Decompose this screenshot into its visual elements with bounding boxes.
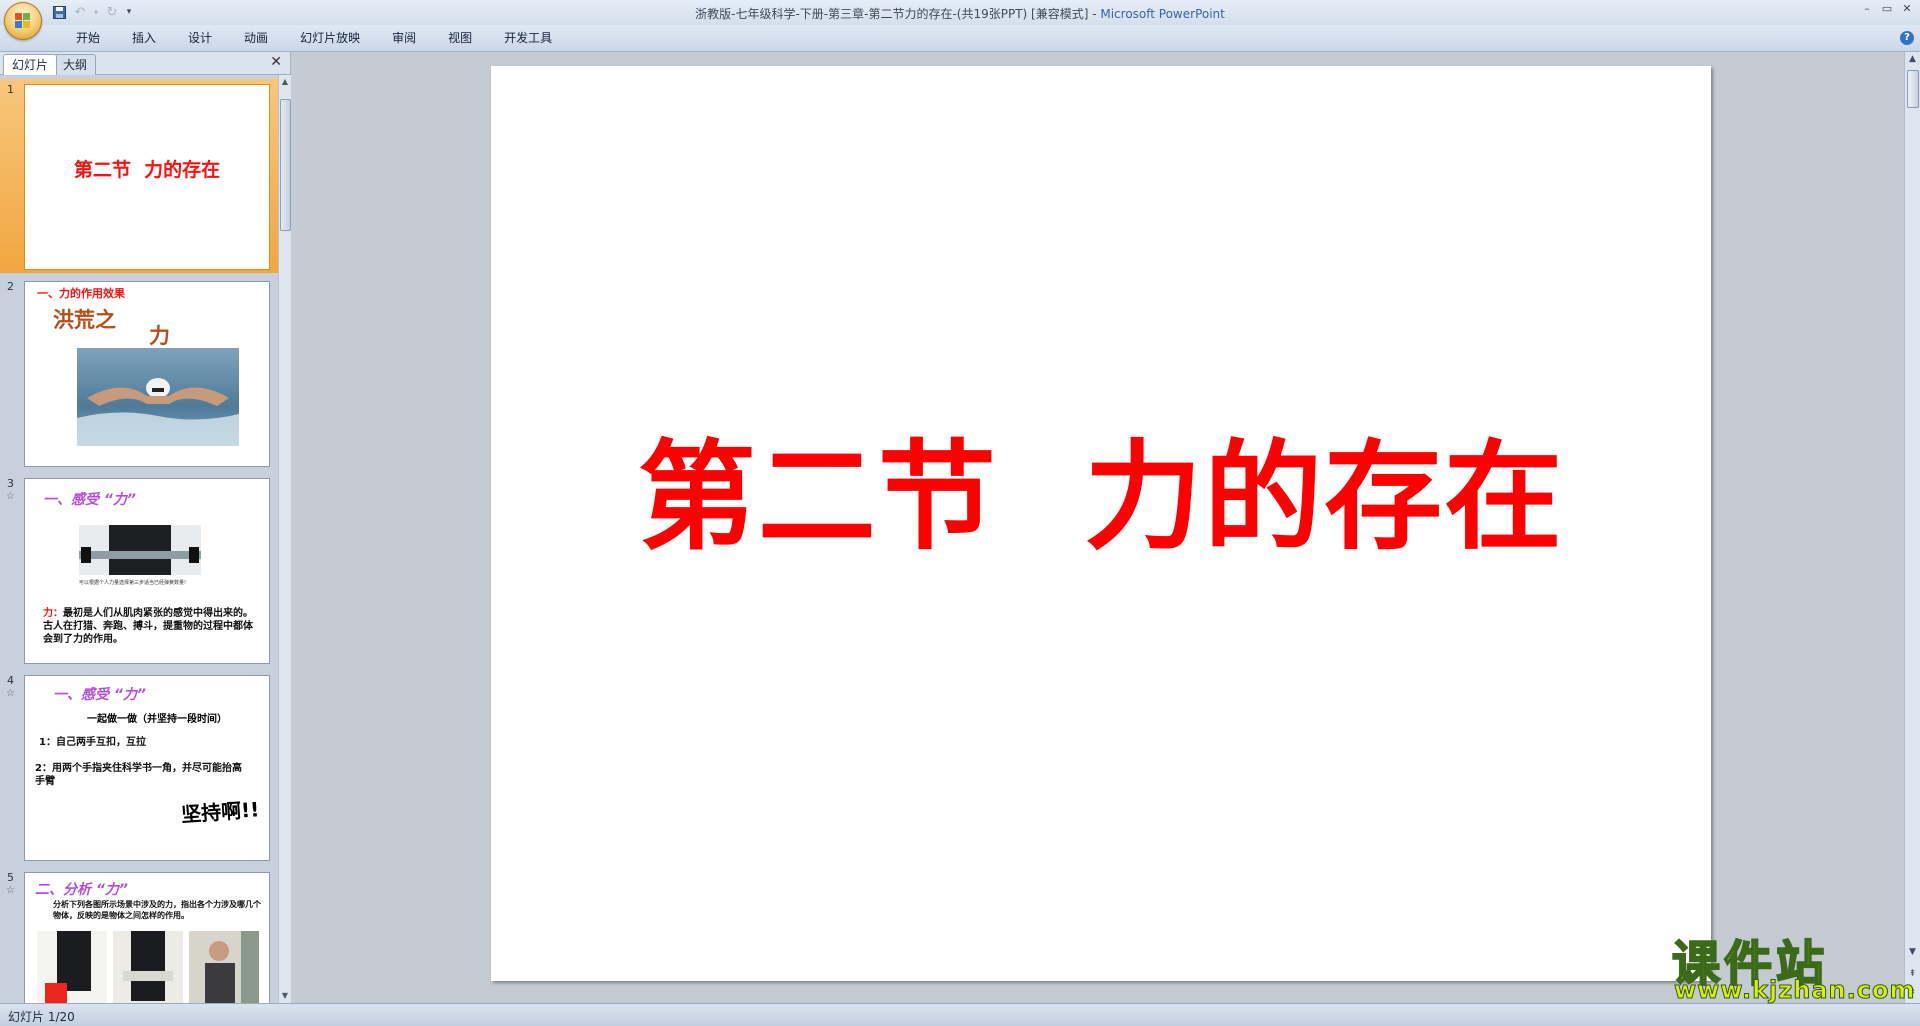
slide-thumbnail-5[interactable]: 5 ☆ 二、分析 “力” 分析下列各图所示场景中涉及的力，指出各个力涉及哪几个物… (0, 867, 278, 1003)
main-scrollbar[interactable]: ▲ ▼ ⇞ ⇟ (1904, 52, 1920, 1003)
thumb-body-text: 最初是人们从肌肉紧张的感觉中得出来的。古人在打猎、奔跑、搏斗，提重物的过程中都体… (43, 608, 253, 645)
scroll-up-icon[interactable]: ▲ (279, 75, 291, 89)
app-name: Microsoft PowerPoint (1100, 7, 1225, 21)
animation-icon: ☆ (6, 885, 15, 896)
thumb-item: 1：自己两手互扣，互拉 (39, 737, 146, 748)
tab-slideshow[interactable]: 幻灯片放映 (284, 25, 376, 51)
slide-thumbnail-2[interactable]: 2 一、力的作用效果 洪荒之 力 (0, 276, 278, 470)
thumb-caption: 可以根据个人力量选择第三步适当已经弹簧数量! (79, 580, 187, 586)
thumb-item: 2：用两个手指夹住科学书一角，并尽可能抬高手臂 (35, 763, 242, 787)
thumb-wordart: 坚持啊!! (180, 797, 261, 827)
slide-number: 4 (7, 674, 14, 687)
slides-pane: 幻灯片 大纲 ✕ 1 第二节 力的存在 2 一、力的作用效果 洪荒之 力 3 ☆… (0, 52, 291, 1003)
slide-preview: 一、感受 “力” 可以根据个人力量选择第三步适当已经弹簧数量! 力：最初是人们从… (24, 478, 270, 664)
close-icon[interactable]: ✕ (1900, 2, 1914, 16)
swimmer-photo (77, 348, 239, 446)
pane-tab-bar: 幻灯片 大纲 ✕ (0, 52, 290, 75)
scroll-up-icon[interactable]: ▲ (1905, 52, 1920, 66)
thumb-heading: 一、力的作用效果 (37, 287, 125, 300)
ribbon-tab-bar: 开始 插入 设计 动画 幻灯片放映 审阅 视图 开发工具 ? (0, 25, 1920, 52)
thumb-heading: 二、分析 “力” (35, 882, 128, 898)
office-logo-icon (15, 13, 31, 29)
window-title: 浙教版-七年级科学-下册-第三章-第二节力的存在-(共19张PPT) [兼容模式… (0, 5, 1920, 22)
scene-photo (113, 931, 183, 1003)
thumb-title: 第二节 力的存在 (73, 159, 221, 181)
status-bar: 幻灯片 1/20 (0, 1003, 1920, 1026)
thumb-heading: 一、感受 “力” (53, 687, 146, 703)
thumb-body: 分析下列各图所示场景中涉及的力，指出各个力涉及哪几个物体，反映的是物体之间怎样的… (53, 900, 261, 920)
tab-review[interactable]: 审阅 (376, 25, 432, 51)
tab-slides[interactable]: 幻灯片 (3, 54, 58, 75)
tab-outline[interactable]: 大纲 (54, 54, 97, 75)
office-button[interactable] (4, 2, 42, 40)
minimize-icon[interactable]: – (1860, 2, 1874, 16)
scene-photo (189, 931, 259, 1003)
animation-icon: ☆ (6, 491, 15, 502)
thumb-body: 力：最初是人们从肌肉紧张的感觉中得出来的。古人在打猎、奔跑、搏斗，提重物的过程中… (43, 607, 261, 646)
slide-thumbnail-3[interactable]: 3 ☆ 一、感受 “力” 可以根据个人力量选择第三步适当已经弹簧数量! 力：最初… (0, 473, 278, 667)
close-pane-icon[interactable]: ✕ (270, 54, 282, 70)
document-title: 浙教版-七年级科学-下册-第三章-第二节力的存在-(共19张PPT) [兼容模式… (695, 7, 1101, 21)
scroll-down-icon[interactable]: ▼ (279, 989, 291, 1003)
ribbon-tabs: 开始 插入 设计 动画 幻灯片放映 审阅 视图 开发工具 (60, 25, 568, 51)
tab-insert[interactable]: 插入 (116, 25, 172, 51)
thumb-wordart: 洪荒之 (53, 308, 116, 332)
slide-number: 3 (7, 477, 14, 490)
slide-thumbnail-list: 1 第二节 力的存在 2 一、力的作用效果 洪荒之 力 3 ☆ 一、感受 “力”… (0, 75, 278, 1003)
slide-preview: 二、分析 “力” 分析下列各图所示场景中涉及的力，指出各个力涉及哪几个物体，反映… (24, 872, 270, 1003)
thumb-body-label: 力： (43, 608, 63, 619)
scrollbar-thumb[interactable] (280, 99, 291, 231)
tab-view[interactable]: 视图 (432, 25, 488, 51)
current-slide[interactable]: 第二节 力的存在 (491, 66, 1711, 981)
slide-thumbnail-4[interactable]: 4 ☆ 一、感受 “力” 一起做一做（并坚持一段时间） 1：自己两手互扣，互拉 … (0, 670, 278, 864)
restore-icon[interactable]: ▭ (1880, 2, 1894, 16)
window-controls: – ▭ ✕ (1860, 2, 1914, 16)
scene-photo (37, 931, 107, 1003)
tab-design[interactable]: 设计 (172, 25, 228, 51)
thumb-wordart: 力 (149, 324, 170, 348)
slide-thumbnail-1[interactable]: 1 第二节 力的存在 (0, 79, 278, 273)
animation-icon: ☆ (6, 688, 15, 699)
slides-pane-scrollbar[interactable]: ▲ ▼ (278, 75, 291, 1003)
slide-preview: 第二节 力的存在 (24, 84, 270, 270)
title-bar: ↶ ▾ ↻ ▾ 浙教版-七年级科学-下册-第三章-第二节力的存在-(共19张PP… (0, 0, 1920, 40)
slide-number: 5 (7, 871, 14, 884)
slide-title[interactable]: 第二节 力的存在 (491, 401, 1711, 572)
slide-editing-area: 第二节 力的存在 (297, 52, 1905, 1003)
slide-preview: 一、感受 “力” 一起做一做（并坚持一段时间） 1：自己两手互扣，互拉 2：用两… (24, 675, 270, 861)
help-icon[interactable]: ? (1900, 31, 1914, 45)
tab-animations[interactable]: 动画 (228, 25, 284, 51)
slide-number: 2 (7, 280, 14, 293)
watermark-logo: 课件站 www.kjzhan.com (1668, 924, 1915, 1005)
scrollbar-thumb[interactable] (1907, 70, 1919, 108)
spring-exerciser-photo (79, 525, 201, 575)
slide-number: 1 (7, 83, 14, 96)
thumb-heading: 一、感受 “力” (43, 492, 136, 508)
watermark-url: www.kjzhan.com (1673, 976, 1916, 1005)
tab-developer[interactable]: 开发工具 (488, 25, 568, 51)
slide-preview: 一、力的作用效果 洪荒之 力 (24, 281, 270, 467)
thumb-subtitle: 一起做一做（并坚持一段时间） (87, 714, 227, 725)
slide-indicator: 幻灯片 1/20 (8, 1010, 75, 1024)
tab-home[interactable]: 开始 (60, 25, 116, 51)
